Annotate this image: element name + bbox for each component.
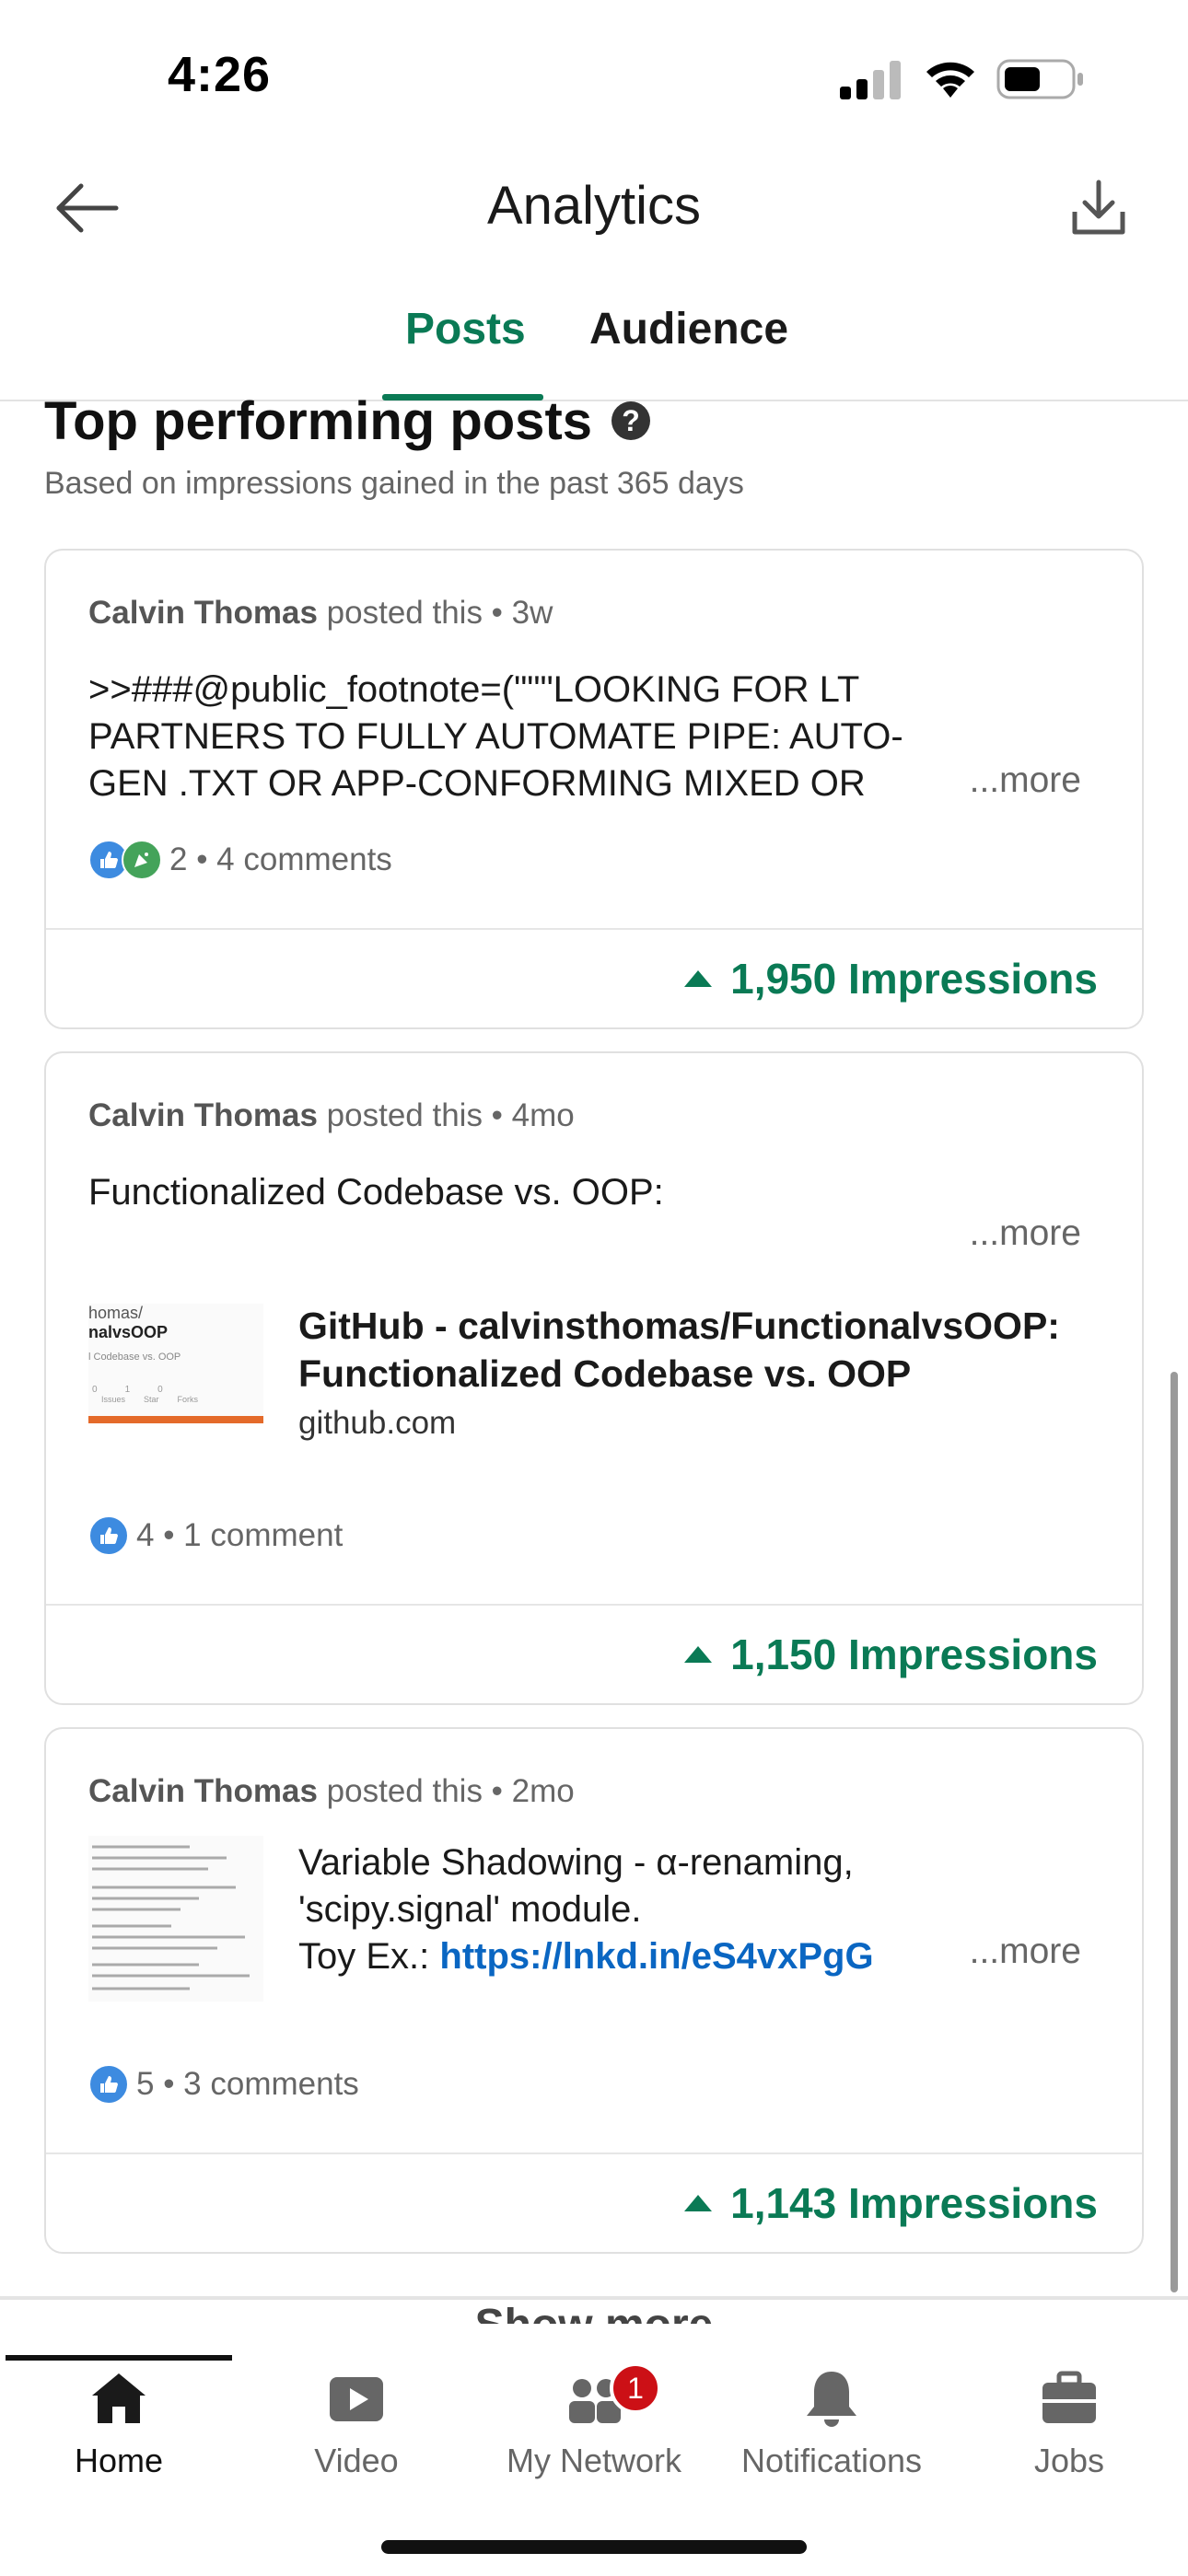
active-nav-indicator — [6, 2355, 232, 2361]
tab-audience[interactable]: Audience — [589, 304, 788, 354]
code-thumbnail[interactable] — [88, 1836, 263, 2002]
battery-icon — [996, 59, 1083, 99]
post-text: Variable Shadowing - α-renaming, 'scipy.… — [298, 1842, 874, 1977]
home-icon — [92, 2373, 146, 2423]
nav-my-network[interactable]: My Network — [475, 2366, 713, 2480]
cellular-signal-icon — [840, 61, 901, 99]
post-author[interactable]: Calvin Thomas — [88, 1773, 318, 1809]
help-icon[interactable]: ? — [611, 401, 650, 440]
post-reactions[interactable]: 4 • 1 comment — [88, 1515, 343, 1556]
post-text: >>###@public_footnote=("""LOOKING FOR LT… — [88, 669, 903, 804]
trend-up-icon — [684, 1646, 713, 1663]
show-more-button[interactable]: Show more — [0, 2292, 1188, 2324]
see-more-link[interactable]: ...more — [970, 760, 1081, 801]
download-icon[interactable] — [1070, 177, 1127, 239]
briefcase-icon — [1042, 2371, 1096, 2423]
impressions-count[interactable]: 1,950 Impressions — [684, 954, 1098, 1004]
like-icon — [88, 1515, 129, 1556]
notification-badge: 1 — [610, 2362, 661, 2414]
celebrate-icon — [122, 840, 162, 880]
tab-posts[interactable]: Posts — [405, 304, 526, 354]
nav-video[interactable]: Video — [238, 2366, 475, 2480]
card-divider — [46, 928, 1142, 930]
post-meta: Calvin Thomas posted this • 2mo — [88, 1773, 575, 1809]
card-divider — [46, 1604, 1142, 1606]
link-thumbnail[interactable]: homas/ nalvsOOP l Codebase vs. OOP 010 I… — [88, 1304, 263, 1423]
post-author[interactable]: Calvin Thomas — [88, 1097, 318, 1133]
post-reactions[interactable]: 2 • 4 comments — [88, 840, 392, 880]
status-time: 4:26 — [168, 47, 272, 102]
bell-icon — [807, 2372, 856, 2427]
impressions-count[interactable]: 1,143 Impressions — [684, 2178, 1098, 2228]
like-icon — [88, 2064, 129, 2105]
post-author[interactable]: Calvin Thomas — [88, 595, 318, 631]
nav-home[interactable]: Home — [0, 2366, 238, 2480]
video-icon — [330, 2377, 383, 2421]
see-more-link[interactable]: ...more — [970, 1932, 1081, 1972]
link-preview-title[interactable]: GitHub - calvinsthomas/FunctionalvsOOP: … — [298, 1302, 1109, 1398]
post-url-link[interactable]: https://lnkd.in/eS4vxPgG — [439, 1936, 873, 1977]
page-title: Analytics — [486, 176, 702, 236]
section-subtitle: Based on impressions gained in the past … — [44, 466, 744, 501]
post-reactions[interactable]: 5 • 3 comments — [88, 2064, 359, 2105]
post-text: Functionalized Codebase vs. OOP: — [88, 1172, 664, 1213]
post-meta: Calvin Thomas posted this • 4mo — [88, 1097, 575, 1133]
trend-up-icon — [684, 2195, 713, 2211]
scrollbar[interactable] — [1171, 1372, 1178, 2292]
wifi-icon — [926, 62, 974, 98]
link-preview-domain: github.com — [298, 1405, 457, 1441]
section-title: Top performing posts — [44, 391, 593, 451]
see-more-link[interactable]: ...more — [970, 1213, 1081, 1254]
trend-up-icon — [684, 970, 713, 987]
post-card[interactable]: Calvin Thomas posted this • 4mo Function… — [44, 1051, 1144, 1705]
nav-jobs[interactable]: Jobs — [950, 2366, 1188, 2480]
home-indicator — [381, 2540, 807, 2554]
nav-notifications[interactable]: Notifications — [713, 2366, 950, 2480]
post-card[interactable]: Calvin Thomas posted this • 3w >>###@pub… — [44, 549, 1144, 1029]
post-card[interactable]: Calvin Thomas posted this • 2mo Variable… — [44, 1727, 1144, 2254]
post-meta: Calvin Thomas posted this • 3w — [88, 595, 553, 631]
impressions-count[interactable]: 1,150 Impressions — [684, 1630, 1098, 1679]
card-divider — [46, 2152, 1142, 2154]
